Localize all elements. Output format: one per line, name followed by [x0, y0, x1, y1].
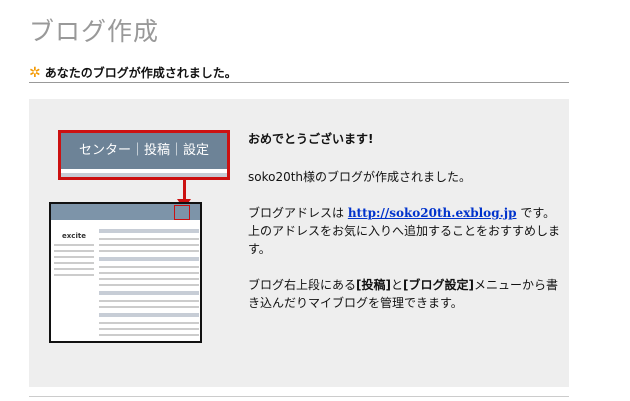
manage-paragraph: ブログ右上段にある[投稿]と[ブログ設定]メニューから書き込んだりマイブログを管… [248, 276, 568, 312]
menu-callout: センター｜投稿｜設定 [58, 130, 230, 180]
bottom-divider [29, 396, 569, 397]
callout-menu-text: センター｜投稿｜設定 [61, 133, 227, 169]
thumbnail-sidebar: excite [54, 224, 94, 341]
page-title: ブログ作成 [29, 17, 160, 46]
favorites-text: 上のアドレスをお気に入りへ追加することをおすすめします。 [248, 224, 561, 256]
thumbnail-logo: excite [62, 232, 86, 240]
subheading-divider [29, 82, 569, 83]
star-icon: ✲ [29, 65, 41, 81]
created-subheading: ✲ あなたのブログが作成されました。 [29, 64, 237, 81]
thumbnail-main [99, 224, 199, 341]
address-suffix: です。 [516, 206, 556, 220]
subheading-text: あなたのブログが作成されました。 [44, 66, 237, 80]
congrats-heading: おめでとうございます! [248, 132, 374, 146]
blog-address-link[interactable]: http://soko20th.exblog.jp [348, 206, 517, 220]
blog-screenshot-thumbnail: excite [49, 202, 202, 343]
manage-prefix: ブログ右上段にある [248, 278, 357, 292]
manage-post-label: [投稿] [356, 278, 391, 292]
callout-strip-lower [61, 173, 227, 177]
manage-and: と [391, 278, 404, 292]
address-prefix: ブログアドレスは [248, 206, 348, 220]
address-paragraph: ブログアドレスは http://soko20th.exblog.jp です。上の… [248, 204, 568, 258]
thumbnail-highlight [174, 205, 190, 220]
created-text: soko20th様のブログが作成されました。 [248, 170, 472, 184]
message-block: おめでとうございます! soko20th様のブログが作成されました。 ブログアド… [248, 130, 568, 330]
manage-settings-label: [ブログ設定] [403, 278, 474, 292]
